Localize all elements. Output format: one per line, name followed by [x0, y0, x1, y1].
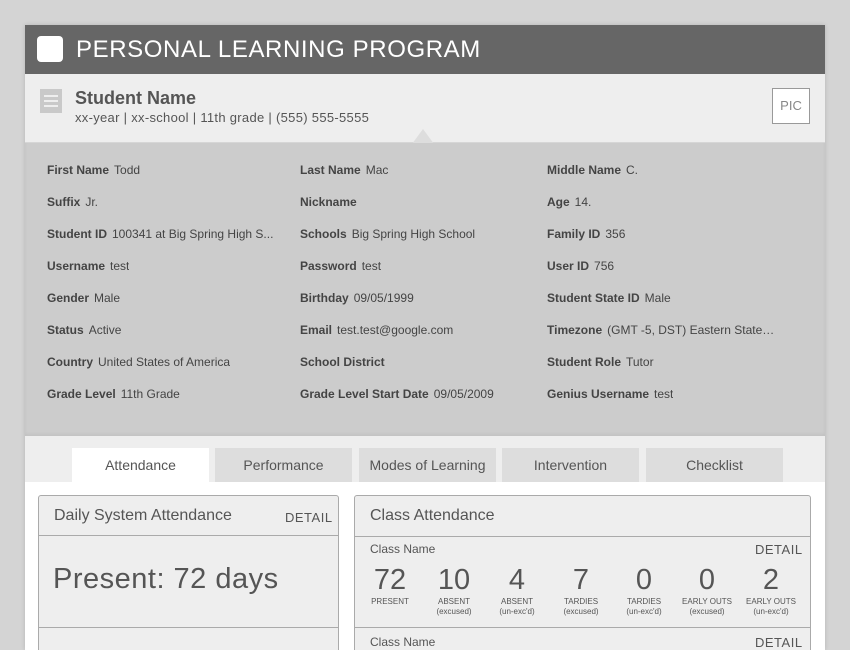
- detail-field: Username test: [47, 259, 130, 273]
- divider: [39, 535, 338, 536]
- stat-tardies-excused: 7 TARDIES (excused): [563, 564, 599, 616]
- present-days: Present: 72 days: [53, 563, 279, 595]
- detail-field: Status Active: [47, 323, 122, 337]
- tab-modes-of-learning[interactable]: Modes of Learning: [359, 448, 496, 482]
- detail-field: Gender Male: [47, 291, 121, 305]
- tab-bar: Attendance Performance Modes of Learning…: [25, 436, 825, 482]
- class-name: Class Name: [370, 635, 436, 649]
- tab-intervention[interactable]: Intervention: [502, 448, 639, 482]
- detail-field: Grade Level Start Date 09/05/2009: [300, 387, 494, 401]
- detail-field: Student ID 100341 at Big Spring High S...: [47, 227, 274, 241]
- class-detail-link[interactable]: DETAIL: [755, 542, 803, 557]
- detail-field: Student State ID Male: [547, 291, 671, 305]
- stat-early-outs-excused: 0 EARLY OUTS (excused): [682, 564, 732, 616]
- stat-absent-excused: 10 ABSENT (excused): [436, 564, 472, 616]
- detail-field: Genius Username test: [547, 387, 674, 401]
- detail-field: Age 14.: [547, 195, 592, 209]
- class-name: Class Name: [370, 542, 436, 556]
- panel-title: Class Attendance: [370, 507, 495, 524]
- detail-field: School District: [300, 355, 385, 369]
- app-header: PERSONAL LEARNING PROGRAM: [25, 25, 825, 74]
- app-frame: PERSONAL LEARNING PROGRAM Student Name x…: [25, 25, 825, 650]
- app-logo-icon: [37, 36, 63, 62]
- expand-caret-icon: [412, 129, 434, 144]
- class-attendance-panel: Class Attendance Class Name DETAIL 72 PR…: [354, 495, 811, 650]
- student-photo-placeholder: PIC: [772, 88, 810, 124]
- detail-field: First Name Todd: [47, 163, 141, 177]
- stat-absent-unexcused: 4 ABSENT (un-exc'd): [499, 564, 535, 616]
- detail-field: Nickname: [300, 195, 357, 209]
- panel-title: Daily System Attendance: [54, 507, 232, 524]
- detail-field: Country United States of America: [47, 355, 231, 369]
- app-title: PERSONAL LEARNING PROGRAM: [76, 36, 481, 63]
- menu-icon[interactable]: [40, 89, 62, 113]
- divider: [355, 627, 810, 628]
- detail-field: Timezone (GMT -5, DST) Eastern State T...: [547, 323, 778, 337]
- detail-field: Password test: [300, 259, 382, 273]
- detail-field: Birthday 09/05/1999: [300, 291, 414, 305]
- detail-field: User ID 756: [547, 259, 615, 273]
- divider: [39, 627, 338, 628]
- detail-field: Family ID 356: [547, 227, 626, 241]
- detail-field: Schools Big Spring High School: [300, 227, 476, 241]
- tab-checklist[interactable]: Checklist: [646, 448, 783, 482]
- daily-attendance-panel: Daily System Attendance DETAIL Present: …: [38, 495, 339, 650]
- daily-attendance-detail-link[interactable]: DETAIL: [285, 510, 333, 525]
- detail-field: Middle Name C.: [547, 163, 639, 177]
- tab-attendance[interactable]: Attendance: [72, 448, 209, 482]
- class-detail-link[interactable]: DETAIL: [755, 635, 803, 650]
- student-meta: xx-year | xx-school | 11th grade | (555)…: [75, 110, 370, 125]
- student-details-panel: First Name Todd Last Name Mac Middle Name C…: [25, 143, 825, 436]
- tab-performance[interactable]: Performance: [215, 448, 352, 482]
- detail-field: Last Name Mac: [300, 163, 389, 177]
- stat-present: 72 PRESENT: [371, 564, 409, 606]
- detail-field: Suffix Jr.: [47, 195, 99, 209]
- detail-field: Email test.test@google.com: [300, 323, 454, 337]
- detail-field: Student Role Tutor: [547, 355, 654, 369]
- divider: [355, 536, 810, 537]
- detail-field: Grade Level 11th Grade: [47, 387, 180, 401]
- stat-early-outs-unexcused: 2 EARLY OUTS (un-exc'd): [746, 564, 796, 616]
- stat-tardies-unexcused: 0 TARDIES (un-exc'd): [626, 564, 662, 616]
- student-name: Student Name: [75, 88, 197, 108]
